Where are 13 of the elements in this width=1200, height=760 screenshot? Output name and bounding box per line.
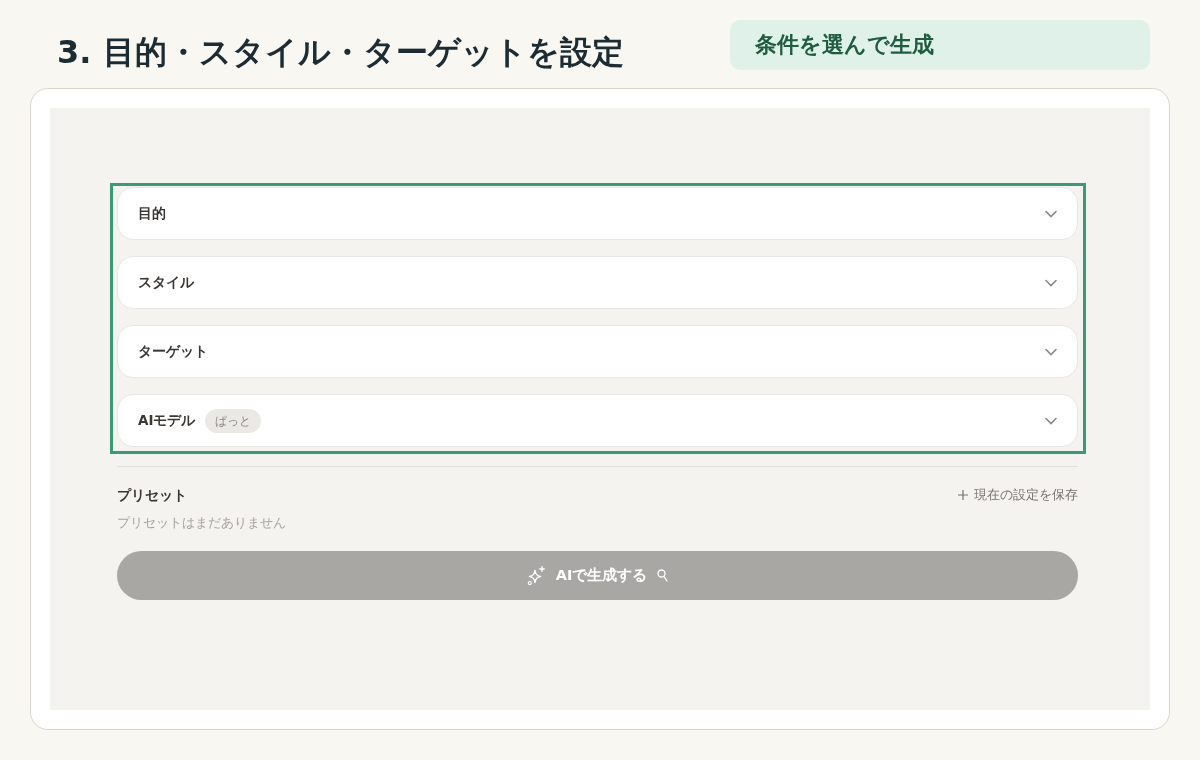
accordion-header[interactable]: スタイル xyxy=(117,256,1078,309)
accordion-header[interactable]: 目的 xyxy=(117,187,1078,240)
plus-icon xyxy=(958,490,968,501)
sparkle-icon xyxy=(526,566,546,585)
page-title: 3. 目的・スタイル・ターゲットを設定 xyxy=(57,32,625,73)
magnifier-icon xyxy=(657,569,669,582)
save-settings-link[interactable]: 現在の設定を保存 xyxy=(958,485,1078,505)
empty-presets-text: プリセットはまだありません xyxy=(117,514,287,533)
presets-heading: プリセット xyxy=(117,486,187,505)
callout-banner: 条件を選んで生成 xyxy=(730,20,1150,70)
accordion-header[interactable]: AIモデル ぱっと xyxy=(117,394,1078,447)
accordion-header[interactable]: ターゲット xyxy=(117,325,1078,378)
model-tag: ぱっと xyxy=(205,408,262,433)
